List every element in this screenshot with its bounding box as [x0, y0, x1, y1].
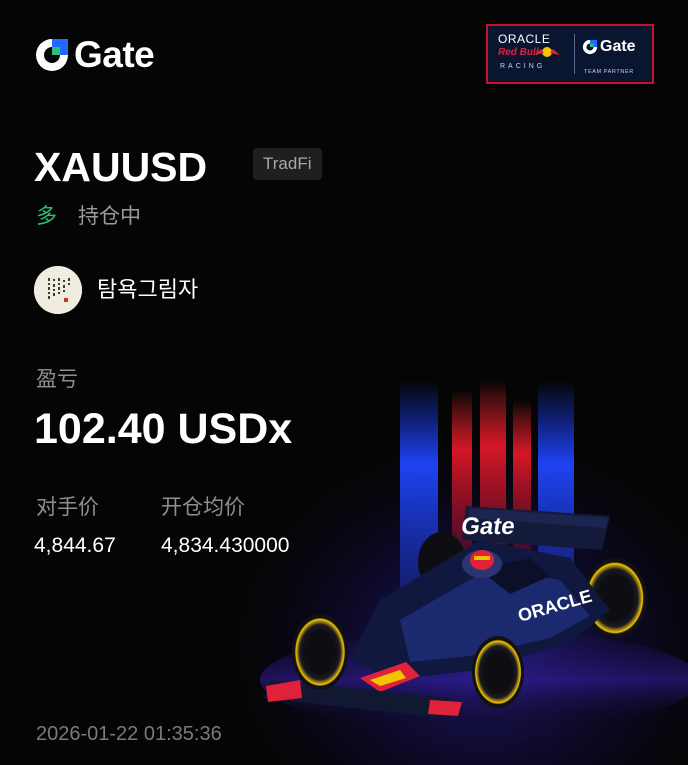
redbull-bulls-icon: [534, 47, 560, 57]
entry-price-value: 4,834.430000: [161, 534, 290, 557]
counter-price-label: 对手价: [36, 495, 99, 519]
calligraphy-avatar-icon: [34, 266, 82, 314]
partner-gate-logo: Gate: [582, 38, 636, 56]
oracle-text: ORACLE: [498, 32, 551, 46]
f1-car-artwork: Gate ORACLE: [230, 380, 688, 765]
partner-gate-icon: [582, 39, 598, 55]
position-side: 多: [36, 204, 57, 228]
racing-text: RACING: [500, 63, 546, 70]
timestamp: 2026-01-22 01:35:36: [36, 723, 222, 745]
partner-divider: [574, 34, 575, 74]
gate-logo-text: Gate: [74, 34, 155, 75]
gate-logo-icon: [36, 39, 68, 71]
oracle-redbull-logo: ORACLE Red Bull RACING: [488, 26, 574, 82]
tradfi-tag: TradFi: [253, 148, 322, 180]
team-partner-text: TEAM PARTNER: [584, 69, 634, 75]
pnl-label: 盈亏: [36, 367, 78, 391]
partner-gate-text: Gate: [600, 38, 636, 55]
gate-logo: Gate: [34, 34, 155, 76]
share-card: Gate ORACLE Red Bull RACING Gate TEAM PA…: [0, 0, 688, 765]
symbol-title: XAUUSD: [34, 144, 208, 190]
entry-price-label: 开仓均价: [161, 495, 245, 519]
avatar: [34, 266, 82, 314]
username: 탐욕그림자: [97, 278, 199, 303]
position-status: 持仓中: [78, 204, 141, 228]
wing-gate-text: Gate: [460, 513, 517, 540]
partner-badge: ORACLE Red Bull RACING Gate TEAM PARTNER: [486, 24, 654, 84]
counter-price-value: 4,844.67: [34, 534, 116, 557]
